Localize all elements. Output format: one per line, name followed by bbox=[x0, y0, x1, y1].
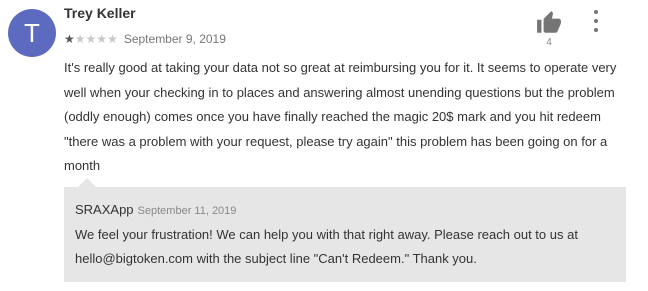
star-empty-icon: ★ bbox=[96, 32, 108, 46]
review-author: Trey Keller bbox=[64, 5, 136, 21]
menu-dot bbox=[594, 19, 598, 23]
review-body: It's really good at taking your data not… bbox=[64, 60, 617, 173]
more-vert-icon[interactable] bbox=[586, 10, 606, 32]
reply-pointer bbox=[78, 178, 96, 187]
thumbs-up-icon[interactable] bbox=[536, 10, 562, 36]
menu-dot bbox=[594, 10, 598, 14]
helpful-count: 4 bbox=[546, 37, 552, 48]
review-date: September 9, 2019 bbox=[123, 32, 226, 46]
menu-dot bbox=[594, 28, 598, 32]
reply-body: We feel your frustration! We can help yo… bbox=[75, 227, 578, 266]
star-rating: ★★★★★ bbox=[64, 30, 118, 48]
avatar-initial: T bbox=[24, 17, 40, 48]
star-filled-icon: ★ bbox=[64, 32, 75, 46]
thumbs-up-svg bbox=[537, 11, 561, 33]
star-empty-icon: ★ bbox=[85, 32, 97, 46]
star-empty-icon: ★ bbox=[74, 32, 86, 46]
avatar: T bbox=[8, 9, 56, 57]
developer-reply: SRAXApp September 11, 2019 We feel your … bbox=[64, 187, 626, 282]
reply-date: September 11, 2019 bbox=[137, 205, 237, 217]
star-empty-icon: ★ bbox=[107, 32, 118, 46]
reply-header: SRAXApp September 11, 2019 bbox=[75, 202, 236, 217]
rating-row: ★★★★★ September 9, 2019 bbox=[64, 30, 226, 48]
reply-author: SRAXApp bbox=[75, 202, 134, 217]
